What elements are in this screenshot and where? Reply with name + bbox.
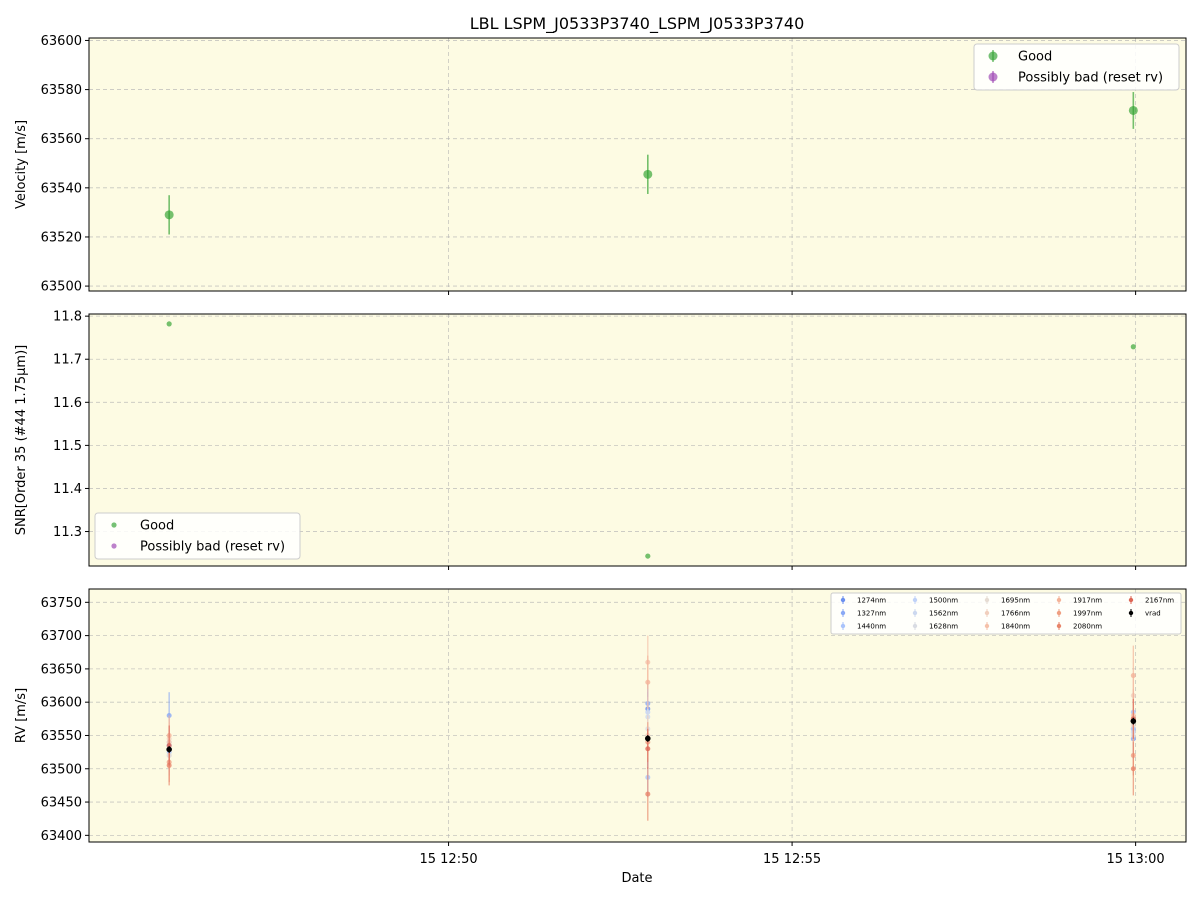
legend-marker-icon	[984, 597, 990, 603]
legend-marker-icon	[912, 623, 918, 629]
legend-label: 1274nm	[857, 597, 886, 605]
legend-marker-icon	[111, 522, 117, 528]
velocity-point	[643, 169, 653, 179]
y-tick-label: 11.7	[53, 353, 82, 368]
rv-point	[645, 679, 651, 685]
legend-marker-icon	[988, 72, 998, 82]
legend-marker-icon	[984, 610, 990, 616]
legend-label: 1327nm	[857, 610, 886, 618]
y-tick-label: 63450	[41, 796, 82, 811]
y-tick-label: 63560	[41, 132, 82, 147]
y-tick-label: 63580	[41, 83, 82, 98]
rv-point	[166, 746, 172, 753]
panel-velocity: 63500 63520 63540 63560 63580 63600 Velocity […	[14, 34, 1187, 295]
legend-label: 1997nm	[1073, 610, 1102, 618]
legend-marker-icon	[912, 597, 918, 603]
y-axis-label: RV [m/s]	[14, 688, 29, 743]
legend-marker-icon	[1056, 610, 1062, 616]
velocity-point	[1128, 105, 1138, 115]
y-tick-label: 63650	[41, 662, 82, 677]
rv-point	[645, 791, 651, 797]
x-tick-label: 15 12:55	[763, 852, 821, 867]
x-tick-label: 15 12:50	[419, 852, 477, 867]
rv-point	[1130, 766, 1136, 772]
snr-point	[645, 553, 651, 559]
legend-label: Good	[140, 519, 174, 534]
y-tick-label: 11.8	[53, 310, 82, 325]
y-tick-label: 63520	[41, 230, 82, 245]
y-tick-label: 63700	[41, 629, 82, 644]
snr-point	[166, 321, 172, 327]
legend-label: Good	[1018, 50, 1052, 65]
legend-marker-icon	[1056, 597, 1062, 603]
panel-rv: 63400 63450 63500 63550 63600 63650 63700 63750…	[14, 588, 1187, 867]
rv-point	[645, 735, 651, 742]
velocity-point	[164, 210, 174, 220]
legend-label: 1628nm	[929, 623, 958, 631]
y-axis-label: Velocity [m/s]	[14, 120, 29, 209]
legend-marker-icon	[912, 610, 918, 616]
y-tick-label: 11.4	[53, 482, 82, 497]
rv-point	[1130, 718, 1137, 724]
x-tick-label: 15 13:00	[1107, 852, 1165, 867]
y-tick-label: 63540	[41, 181, 82, 196]
legend-marker-icon	[988, 51, 998, 61]
legend-label: vrad	[1145, 610, 1161, 618]
legend-marker-icon	[1128, 597, 1134, 603]
y-tick-label: 63750	[41, 596, 82, 611]
legend-label: 1500nm	[929, 597, 958, 605]
x-axis-label: Date	[621, 871, 652, 886]
legend-marker-icon	[1128, 610, 1134, 616]
legend-label: Possibly bad (reset rv)	[140, 540, 285, 555]
y-axis-label: SNR[Order 35 (#44 1.75μm)]	[14, 345, 29, 536]
legend-label: 1840nm	[1001, 623, 1030, 631]
y-tick-label: 63500	[41, 762, 82, 777]
legend-label: Possibly bad (reset rv)	[1018, 71, 1163, 86]
y-tick-label: 11.6	[53, 396, 82, 411]
legend-marker-icon	[840, 623, 846, 629]
legend-label: 1695nm	[1001, 597, 1030, 605]
legend-marker-icon	[840, 597, 846, 603]
legend-label: 2167nm	[1145, 597, 1174, 605]
legend-marker-icon	[840, 610, 846, 616]
legend-label: 1766nm	[1001, 610, 1030, 618]
y-tick-label: 63400	[41, 829, 82, 844]
legend-marker-icon	[1056, 623, 1062, 629]
chart-title: LBL LSPM_J0533P3740_LSPM_J0533P3740	[470, 14, 805, 34]
legend-label: 2080nm	[1073, 623, 1102, 631]
y-tick-label: 63500	[41, 280, 82, 295]
figure: LBL LSPM_J0533P3740_LSPM_J0533P3740 6350…	[14, 14, 1187, 886]
rv-point	[645, 746, 651, 752]
legend-marker-icon	[111, 543, 117, 549]
legend-label: 1562nm	[929, 610, 958, 618]
panel-snr: 11.3 11.4 11.5 11.6 11.7 11.8 SNR[Order 35 (#4…	[14, 310, 1187, 570]
rv-point	[1130, 673, 1136, 679]
legend-marker-icon	[984, 623, 990, 629]
snr-point	[1130, 344, 1136, 350]
y-tick-label: 63550	[41, 729, 82, 744]
y-tick-label: 63600	[41, 696, 82, 711]
y-tick-label: 63600	[41, 34, 82, 49]
y-tick-label: 11.5	[53, 439, 82, 454]
y-tick-label: 11.3	[53, 525, 82, 540]
legend-label: 1440nm	[857, 623, 886, 631]
legend-label: 1917nm	[1073, 597, 1102, 605]
